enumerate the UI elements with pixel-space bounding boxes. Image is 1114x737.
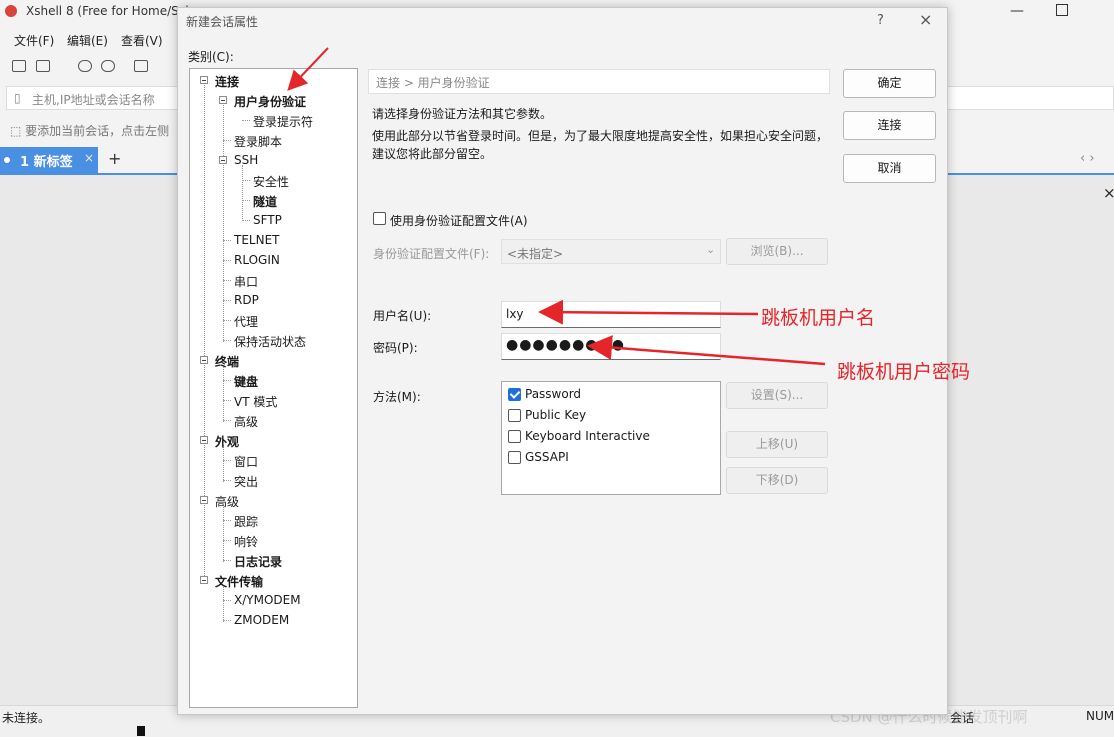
username-annotation: 跳板机用户名 xyxy=(761,307,876,329)
tree-annotation-arrow xyxy=(287,47,329,91)
password-annotation: 跳板机用户密码 xyxy=(837,361,971,383)
password-annotation-arrow xyxy=(587,335,826,366)
username-annotation-arrow xyxy=(538,299,759,325)
